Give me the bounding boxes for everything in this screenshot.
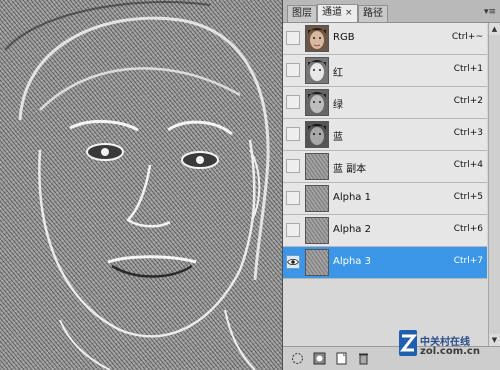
channel-shortcut: Ctrl+2 xyxy=(453,96,483,106)
channel-shortcut: Ctrl+1 xyxy=(453,64,483,74)
channel-shortcut: Ctrl+7 xyxy=(453,256,483,266)
load-selection-icon[interactable] xyxy=(291,352,304,365)
channel-thumbnail xyxy=(305,153,329,180)
channel-name: 蓝 xyxy=(333,132,343,143)
tab-channels-label: 通道 xyxy=(322,7,342,18)
channel-thumbnail xyxy=(305,121,329,148)
channel-thumbnail xyxy=(305,249,329,276)
tab-layers-label: 图层 xyxy=(292,8,312,19)
channel-shortcut: Ctrl+~ xyxy=(451,32,483,42)
channel-thumbnail xyxy=(305,25,329,52)
channel-thumbnail xyxy=(305,57,329,84)
tab-paths-label: 路径 xyxy=(363,8,383,19)
watermark-en-text: zol.com.cn xyxy=(420,346,480,357)
channel-name: RGB xyxy=(333,32,355,43)
channel-row-alpha-2[interactable]: Alpha 2 Ctrl+6 xyxy=(283,215,487,247)
save-selection-icon[interactable] xyxy=(313,352,326,365)
channel-shortcut: Ctrl+5 xyxy=(453,192,483,202)
eye-icon xyxy=(287,258,299,266)
tab-channels[interactable]: 通道 × xyxy=(317,4,358,22)
channel-row-alpha-1[interactable]: Alpha 1 Ctrl+5 xyxy=(283,183,487,215)
tab-close-icon[interactable]: × xyxy=(345,8,353,18)
tab-paths[interactable]: 路径 xyxy=(358,5,388,22)
channel-name: Alpha 1 xyxy=(333,192,371,203)
channel-row-green[interactable]: 绿 Ctrl+2 xyxy=(283,87,487,119)
channel-row-blue-copy[interactable]: 蓝 副本 Ctrl+4 xyxy=(283,151,487,183)
visibility-toggle[interactable] xyxy=(286,159,300,173)
channel-row-rgb[interactable]: RGB Ctrl+~ xyxy=(283,23,487,55)
zol-logo xyxy=(399,330,418,356)
embossed-portrait xyxy=(4,1,270,370)
visibility-toggle[interactable] xyxy=(286,223,300,237)
delete-channel-icon[interactable] xyxy=(357,352,370,365)
image-canvas[interactable] xyxy=(0,0,282,370)
channel-shortcut: Ctrl+6 xyxy=(453,224,483,234)
channel-list: RGB Ctrl+~ 红 Ctrl+1 绿 Ctrl+2 蓝 Ctrl+3 蓝 … xyxy=(283,23,487,346)
visibility-toggle[interactable] xyxy=(286,127,300,141)
visibility-toggle[interactable] xyxy=(286,255,300,269)
panel-tab-bar: 图层 通道 × 路径 ▾≡ xyxy=(283,0,500,23)
new-channel-icon[interactable] xyxy=(335,352,348,365)
visibility-toggle[interactable] xyxy=(286,63,300,77)
channel-thumbnail xyxy=(305,89,329,116)
watermark: 中关村在线 zol.com.cn xyxy=(398,328,498,366)
channel-name: Alpha 2 xyxy=(333,224,371,235)
channel-name: 绿 xyxy=(333,100,343,111)
visibility-toggle[interactable] xyxy=(286,191,300,205)
channel-row-blue[interactable]: 蓝 Ctrl+3 xyxy=(283,119,487,151)
channel-shortcut: Ctrl+3 xyxy=(453,128,483,138)
channel-thumbnail xyxy=(305,217,329,244)
channel-name: 蓝 副本 xyxy=(333,164,367,175)
channel-shortcut: Ctrl+4 xyxy=(453,160,483,170)
tab-layers[interactable]: 图层 xyxy=(287,5,317,22)
channels-panel: 图层 通道 × 路径 ▾≡ RGB Ctrl+~ 红 Ctrl+1 绿 Ctrl… xyxy=(282,0,500,370)
channel-row-alpha-3[interactable]: Alpha 3 Ctrl+7 xyxy=(283,247,487,279)
panel-menu-icon[interactable]: ▾≡ xyxy=(484,6,496,18)
channel-row-red[interactable]: 红 Ctrl+1 xyxy=(283,55,487,87)
channel-name: Alpha 3 xyxy=(333,256,371,267)
channel-name: 红 xyxy=(333,68,343,79)
scroll-up-icon[interactable]: ▲ xyxy=(489,23,500,35)
visibility-toggle[interactable] xyxy=(286,31,300,45)
channel-thumbnail xyxy=(305,185,329,212)
channel-list-scrollbar[interactable]: ▲ ▼ xyxy=(488,23,500,346)
visibility-toggle[interactable] xyxy=(286,95,300,109)
